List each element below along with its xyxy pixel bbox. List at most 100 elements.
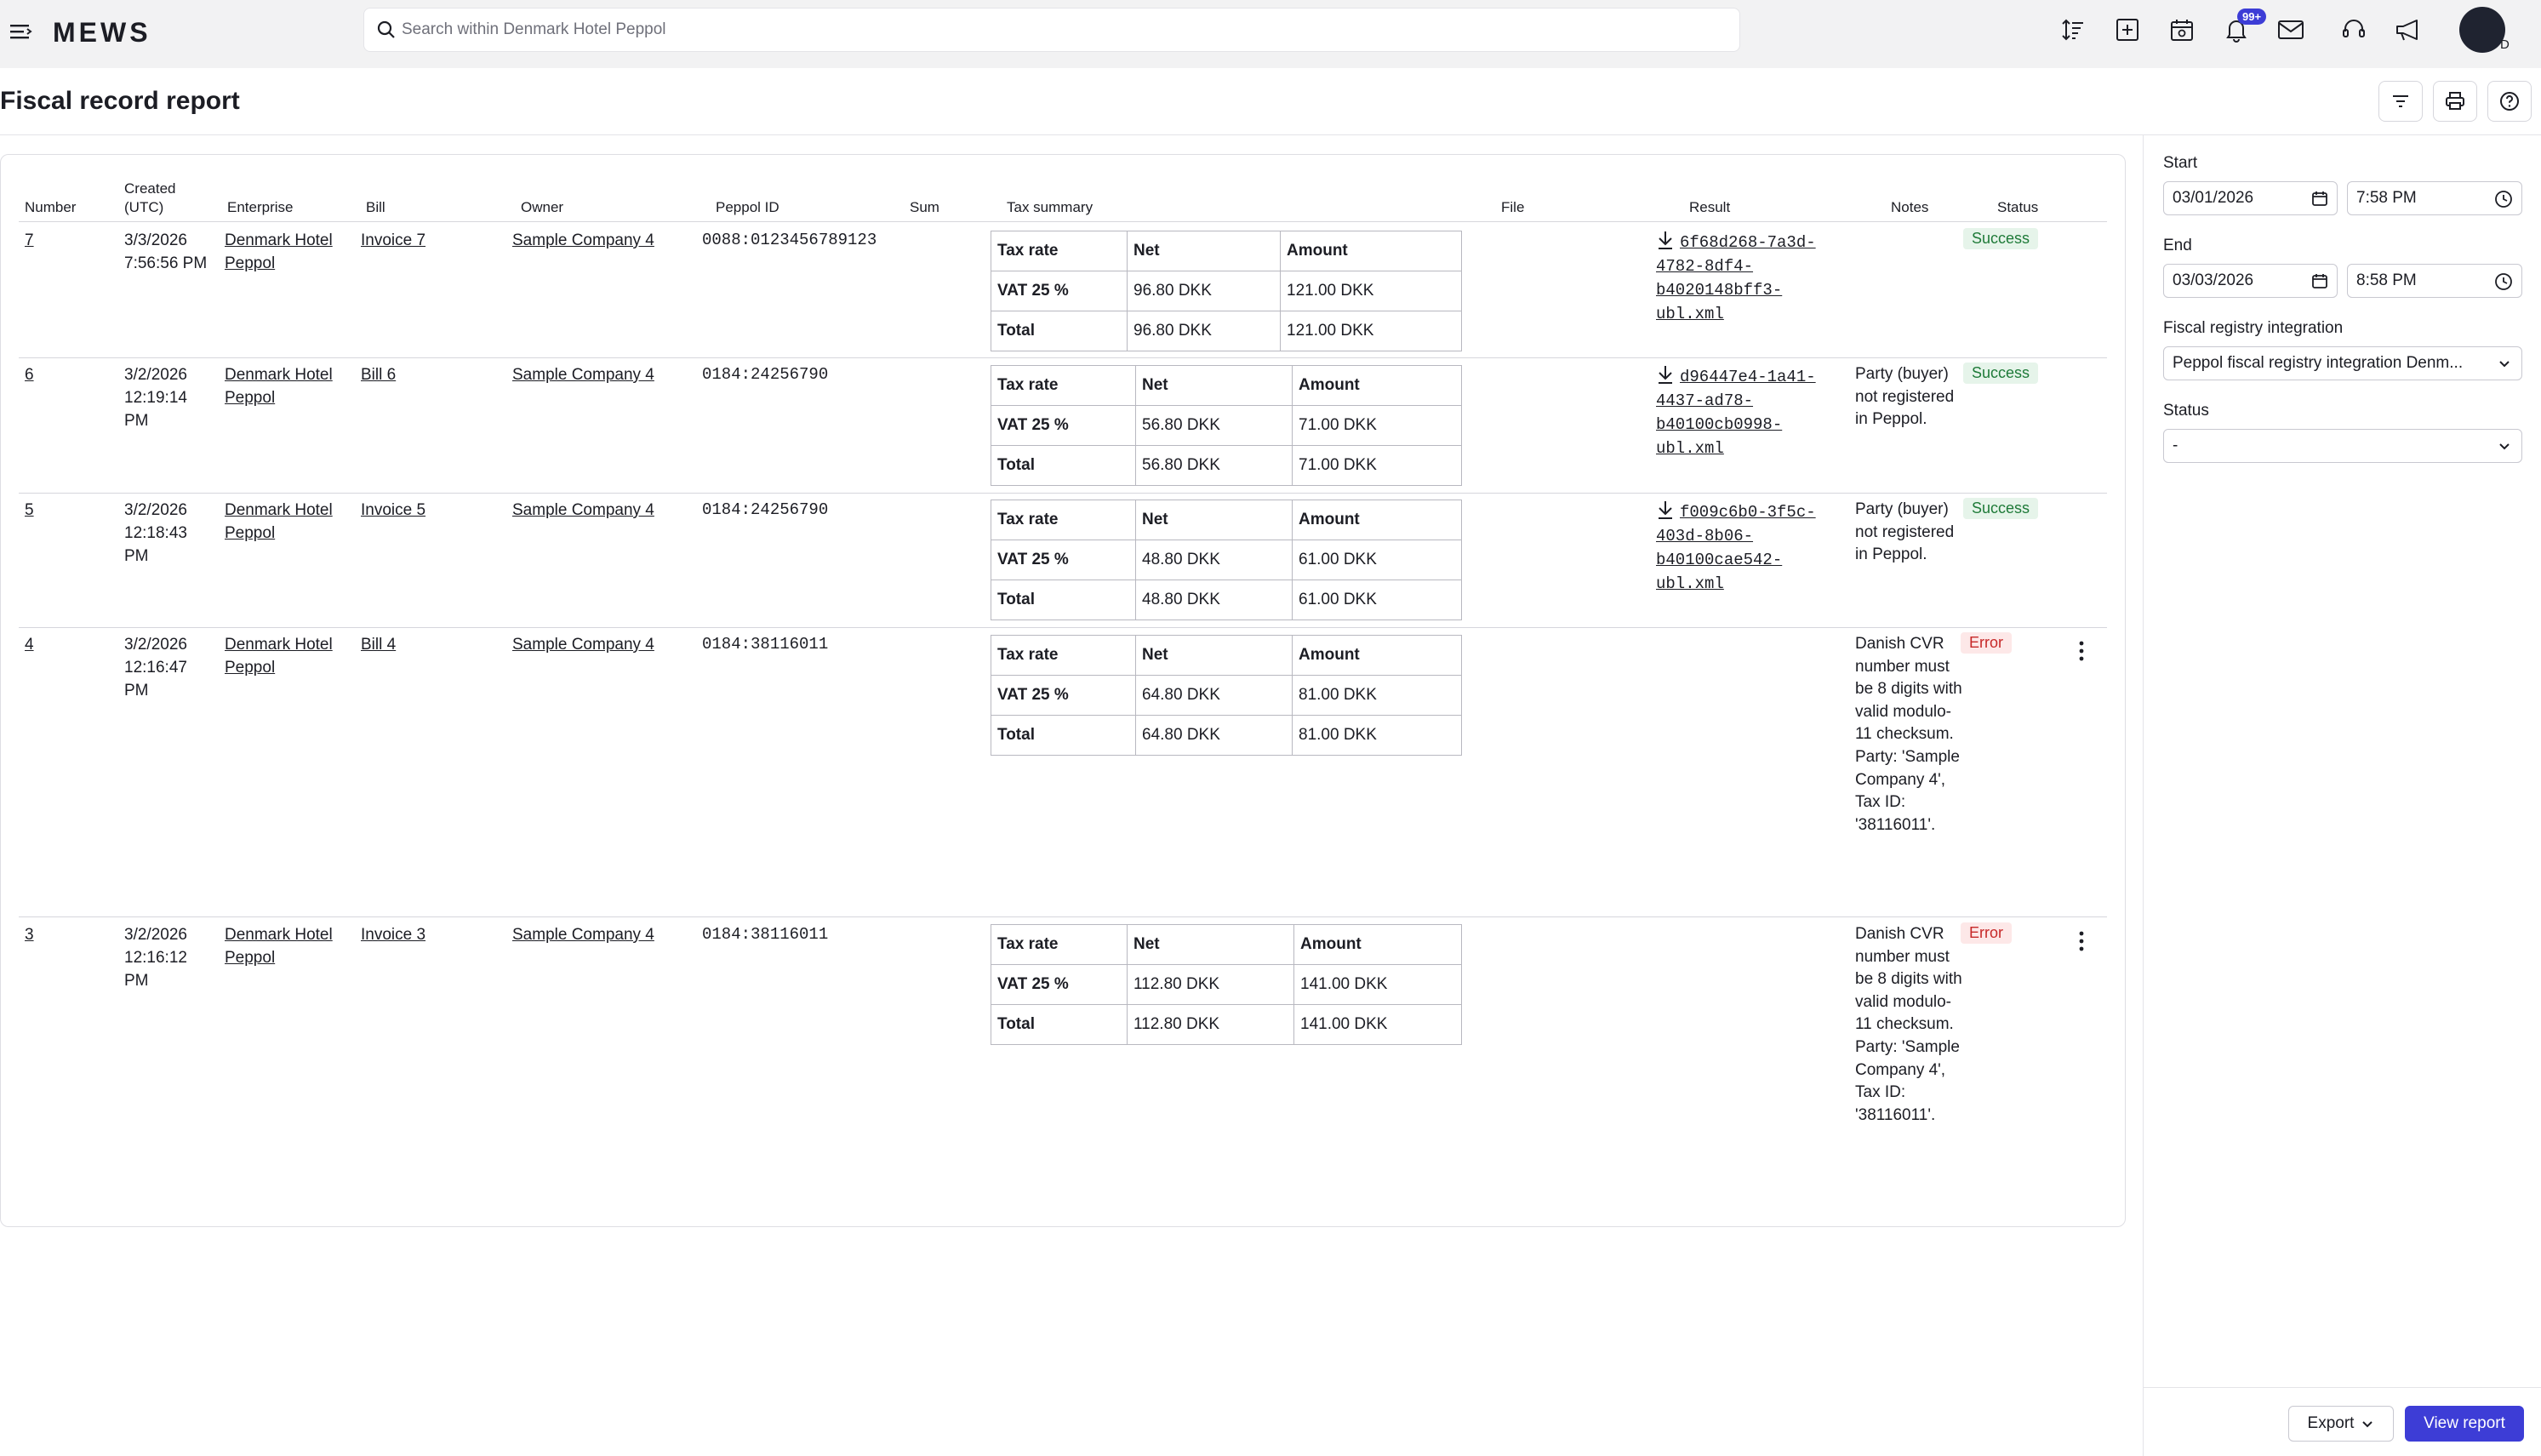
row-enterprise-link[interactable]: Denmark Hotel Peppol: [225, 229, 348, 275]
total-net: 64.80 DKK: [1135, 715, 1293, 756]
amount-header: Amount: [1292, 365, 1462, 406]
chevron-down-icon: [2499, 361, 2510, 368]
col-header-file[interactable]: File: [1501, 198, 1524, 217]
col-header-number[interactable]: Number: [25, 198, 76, 217]
row-owner-link[interactable]: Sample Company 4: [512, 499, 654, 522]
row-number-link[interactable]: 6: [25, 363, 34, 386]
row-peppol-id: 0088:0123456789123: [702, 231, 877, 249]
add-square-icon[interactable]: [2113, 15, 2142, 44]
col-header-status[interactable]: Status: [1997, 198, 2038, 217]
row-notes: Party (buyer) not registered in Peppol.: [1855, 500, 1955, 564]
avatar[interactable]: [2459, 7, 2505, 53]
col-header-peppol-id[interactable]: Peppol ID: [716, 198, 779, 217]
row-bill-link[interactable]: Invoice 5: [361, 499, 425, 522]
total-label: Total: [991, 715, 1136, 756]
col-header-owner[interactable]: Owner: [521, 198, 563, 217]
row-owner-link[interactable]: Sample Company 4: [512, 633, 654, 656]
export-button[interactable]: Export: [2288, 1406, 2394, 1442]
total-net: 56.80 DKK: [1135, 445, 1293, 486]
col-header-created[interactable]: Created (UTC): [124, 180, 184, 217]
start-date-input[interactable]: 03/01/2026: [2163, 181, 2338, 215]
status-badge: Success: [1963, 363, 2039, 384]
filter-button[interactable]: [2378, 81, 2423, 122]
row-owner-link[interactable]: Sample Company 4: [512, 229, 654, 252]
row-number-link[interactable]: 5: [25, 499, 34, 522]
row-bill-link[interactable]: Invoice 7: [361, 229, 425, 252]
end-date-value: 03/03/2026: [2173, 271, 2254, 289]
help-button[interactable]: [2487, 81, 2532, 122]
total-amount: 141.00 DKK: [1293, 1004, 1462, 1045]
row-enterprise-link[interactable]: Denmark Hotel Peppol: [225, 499, 348, 545]
result-file-name: f009c6b0-3f5c-403d-8b06-b40100cae542-ubl…: [1656, 503, 1816, 593]
headset-icon[interactable]: [2339, 15, 2368, 44]
calendar-icon[interactable]: [2311, 272, 2328, 289]
search-input[interactable]: [402, 14, 1721, 46]
tax-summary-table: Tax rate Net Amount VAT 25 % 56.80 DKK 71.00…: [991, 365, 1462, 486]
mews-logo[interactable]: MEWS: [53, 17, 151, 49]
result-file-link[interactable]: f009c6b0-3f5c-403d-8b06-b40100cae542-ubl…: [1656, 500, 1843, 596]
net-header: Net: [1135, 365, 1293, 406]
row-bill-link[interactable]: Bill 6: [361, 363, 396, 386]
col-header-notes[interactable]: Notes: [1891, 198, 1928, 217]
export-label: Export: [2307, 1414, 2355, 1432]
sort-icon[interactable]: [2058, 15, 2087, 44]
clock-icon[interactable]: [2494, 272, 2513, 291]
megaphone-icon[interactable]: [2394, 15, 2423, 44]
row-divider: [19, 493, 2107, 494]
tax-rate: VAT 25 %: [991, 675, 1136, 716]
result-file-link[interactable]: 6f68d268-7a3d-4782-8df4-b4020148bff3-ubl…: [1656, 230, 1843, 326]
row-enterprise-link[interactable]: Denmark Hotel Peppol: [225, 363, 348, 409]
integration-select[interactable]: Peppol fiscal registry integration Denm.…: [2163, 346, 2522, 380]
tax-rate-header: Tax rate: [991, 500, 1136, 540]
view-report-button[interactable]: View report: [2405, 1406, 2524, 1442]
start-label: Start: [2163, 154, 2198, 172]
row-enterprise-link[interactable]: Denmark Hotel Peppol: [225, 633, 348, 679]
amount-value: 81.00 DKK: [1292, 675, 1462, 716]
filter-icon: [2393, 95, 2408, 107]
download-icon: [1659, 366, 1672, 384]
row-owner-link[interactable]: Sample Company 4: [512, 363, 654, 386]
row-number-link[interactable]: 4: [25, 633, 34, 656]
status-badge: Error: [1961, 922, 2012, 944]
row-bill-link[interactable]: Invoice 3: [361, 923, 425, 946]
row-owner-link[interactable]: Sample Company 4: [512, 923, 654, 946]
print-button[interactable]: [2433, 81, 2477, 122]
row-number-link[interactable]: 7: [25, 229, 34, 252]
mail-icon[interactable]: [2276, 15, 2305, 44]
row-enterprise-link[interactable]: Denmark Hotel Peppol: [225, 923, 348, 969]
download-icon: [1659, 501, 1672, 519]
amount-header: Amount: [1280, 231, 1462, 271]
total-label: Total: [991, 445, 1136, 486]
more-actions-icon[interactable]: [2076, 640, 2087, 662]
calendar-search-icon[interactable]: [2167, 15, 2196, 44]
col-header-sum[interactable]: Sum: [910, 198, 939, 217]
row-created: 3/2/2026 12:16:47 PM: [124, 636, 187, 699]
result-file-link[interactable]: d96447e4-1a41-4437-ad78-b40100cb0998-ubl…: [1656, 364, 1843, 460]
row-number-link[interactable]: 3: [25, 923, 34, 946]
result-file-name: d96447e4-1a41-4437-ad78-b40100cb0998-ubl…: [1656, 368, 1816, 458]
calendar-icon[interactable]: [2311, 190, 2328, 207]
total-net: 112.80 DKK: [1127, 1004, 1294, 1045]
tax-rate-header: Tax rate: [991, 231, 1128, 271]
menu-icon[interactable]: [10, 22, 32, 41]
status-select[interactable]: -: [2163, 429, 2522, 463]
col-header-enterprise[interactable]: Enterprise: [227, 198, 293, 217]
row-bill-link[interactable]: Bill 4: [361, 633, 396, 656]
global-search[interactable]: [363, 8, 1740, 52]
end-time-input[interactable]: 8:58 PM: [2347, 264, 2522, 298]
net-value: 48.80 DKK: [1135, 540, 1293, 580]
integration-value: Peppol fiscal registry integration Denm.…: [2173, 354, 2464, 372]
clock-icon[interactable]: [2494, 190, 2513, 208]
end-date-input[interactable]: 03/03/2026: [2163, 264, 2338, 298]
start-time-input[interactable]: 7:58 PM: [2347, 181, 2522, 215]
tax-summary-table: Tax rate Net Amount VAT 25 % 48.80 DKK 61.00…: [991, 500, 1462, 620]
row-notes: Danish CVR number must be 8 digits with …: [1855, 635, 1962, 834]
col-header-tax-summary[interactable]: Tax summary: [1007, 198, 1093, 217]
col-header-result[interactable]: Result: [1689, 198, 1730, 217]
status-filter-value: -: [2173, 437, 2178, 454]
col-header-bill[interactable]: Bill: [366, 198, 385, 217]
tax-rate: VAT 25 %: [991, 405, 1136, 446]
download-icon: [1659, 231, 1672, 249]
more-actions-icon[interactable]: [2076, 930, 2087, 952]
start-time-value: 7:58 PM: [2356, 189, 2417, 207]
